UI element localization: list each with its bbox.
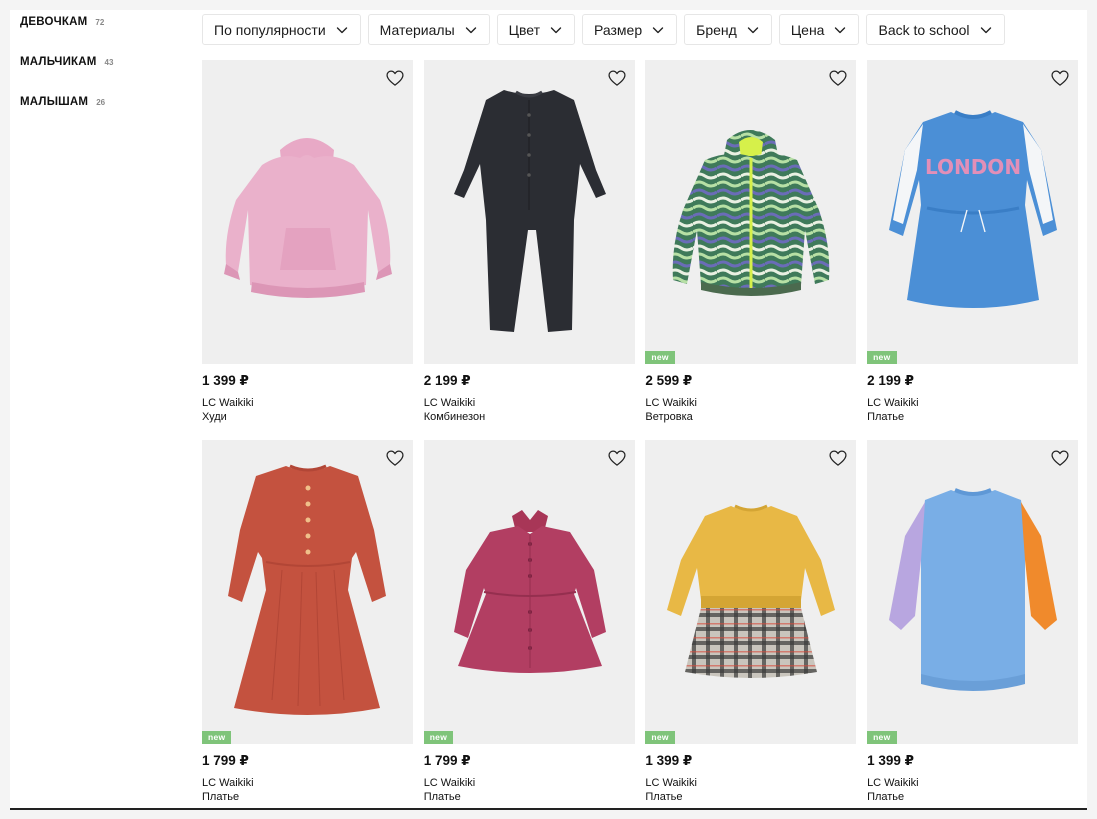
sidebar-item-girls[interactable]: ДЕВОЧКАМ 72 xyxy=(20,16,190,36)
new-badge: new xyxy=(423,731,454,744)
chevron-down-icon xyxy=(335,23,349,37)
new-badge: new xyxy=(202,731,232,744)
heart-icon[interactable] xyxy=(1050,448,1070,468)
product-photo[interactable] xyxy=(423,60,635,364)
product-card[interactable]: new 1 399 ₽ LC Waikiki Платье xyxy=(645,440,857,806)
product-image xyxy=(202,60,413,364)
product-card[interactable]: new 2 599 ₽ LC Waikiki Ветровка xyxy=(645,60,857,426)
product-grid: 1 399 ₽ LC Waikiki Худи 2 199 ₽ LC Waiki… xyxy=(202,60,1079,806)
product-card[interactable]: new 1 799 ₽ LC Waikiki Платье xyxy=(202,440,413,806)
filter-label: Цвет xyxy=(508,21,541,38)
product-image xyxy=(202,440,413,744)
product-brand: LC Waikiki xyxy=(202,777,254,789)
product-brand: LC Waikiki xyxy=(645,397,697,409)
product-brand: LC Waikiki xyxy=(867,397,919,409)
heart-icon[interactable] xyxy=(385,68,405,88)
filter-bar: По популярности Материалы Цвет Размер Бр… xyxy=(202,14,1005,45)
product-price: 2 599 ₽ xyxy=(645,373,693,388)
product-image xyxy=(645,60,857,364)
filter-brand[interactable]: Бренд xyxy=(684,14,772,45)
chevron-down-icon xyxy=(979,23,993,37)
filter-label: Размер xyxy=(594,21,643,38)
product-price: 1 799 ₽ xyxy=(423,753,471,768)
filter-size[interactable]: Размер xyxy=(582,14,678,45)
new-badge: new xyxy=(867,731,897,744)
product-photo[interactable]: LONDON new xyxy=(867,60,1079,364)
chevron-down-icon xyxy=(464,23,478,37)
product-brand: LC Waikiki xyxy=(202,397,254,409)
chevron-down-icon xyxy=(746,23,760,37)
sidebar-item-count: 72 xyxy=(95,18,105,27)
product-type: Платье xyxy=(645,791,683,803)
product-type: Комбинезон xyxy=(423,411,486,423)
product-price: 2 199 ₽ xyxy=(423,373,471,388)
filter-label: Бренд xyxy=(696,21,737,38)
chevron-down-icon xyxy=(833,23,847,37)
catalog-frame: ДЕВОЧКАМ 72 МАЛЬЧИКАМ 43 МАЛЫШАМ 26 По п… xyxy=(10,10,1087,810)
heart-icon[interactable] xyxy=(607,448,627,468)
sidebar-item-boys[interactable]: МАЛЬЧИКАМ 43 xyxy=(20,56,190,76)
heart-icon[interactable] xyxy=(607,68,627,88)
product-type: Худи xyxy=(202,411,227,423)
product-type: Платье xyxy=(202,791,240,803)
new-badge: new xyxy=(645,731,675,744)
new-badge: new xyxy=(645,351,675,364)
product-brand: LC Waikiki xyxy=(423,397,476,409)
sidebar-item-count: 43 xyxy=(104,58,114,67)
product-image xyxy=(867,440,1079,744)
product-image xyxy=(423,60,635,364)
product-card[interactable]: 2 199 ₽ LC Waikiki Комбинезон xyxy=(423,60,635,426)
filter-price[interactable]: Цена xyxy=(778,14,860,45)
product-card[interactable]: 1 399 ₽ LC Waikiki Худи xyxy=(202,60,413,426)
product-photo[interactable]: new xyxy=(202,440,413,744)
filter-label: Back to school xyxy=(878,21,970,38)
product-price: 1 799 ₽ xyxy=(202,753,249,768)
product-photo[interactable]: new xyxy=(645,60,857,364)
product-brand: LC Waikiki xyxy=(867,777,919,789)
sidebar-item-count: 26 xyxy=(96,98,106,107)
category-sidebar: ДЕВОЧКАМ 72 МАЛЬЧИКАМ 43 МАЛЫШАМ 26 xyxy=(20,16,190,136)
filter-label: Материалы xyxy=(379,21,455,38)
product-photo[interactable] xyxy=(202,60,413,364)
product-image xyxy=(423,440,635,744)
product-card[interactable]: LONDON new 2 199 ₽ LC Waikiki Платье xyxy=(867,60,1079,426)
product-brand: LC Waikiki xyxy=(645,777,697,789)
product-price: 1 399 ₽ xyxy=(645,753,693,768)
divider xyxy=(10,808,1087,810)
heart-icon[interactable] xyxy=(828,448,848,468)
product-type: Платье xyxy=(867,791,905,803)
new-badge: new xyxy=(867,351,897,364)
sidebar-item-label: МАЛЫШАМ xyxy=(20,96,89,108)
chevron-down-icon xyxy=(651,23,665,37)
product-type: Ветровка xyxy=(645,411,693,423)
product-price: 2 199 ₽ xyxy=(867,373,914,388)
product-type: Платье xyxy=(867,411,905,423)
filter-label: По популярности xyxy=(214,21,326,38)
heart-icon[interactable] xyxy=(1050,68,1070,88)
sidebar-item-label: ДЕВОЧКАМ xyxy=(20,16,88,28)
filter-label: Цена xyxy=(790,21,825,38)
product-image: LONDON xyxy=(867,60,1079,364)
product-card[interactable]: new 1 399 ₽ LC Waikiki Платье xyxy=(867,440,1079,806)
product-photo[interactable]: new xyxy=(423,440,635,744)
product-photo[interactable]: new xyxy=(867,440,1079,744)
product-price: 1 399 ₽ xyxy=(202,373,249,388)
sort-dropdown[interactable]: По популярности xyxy=(202,14,361,45)
heart-icon[interactable] xyxy=(385,448,405,468)
sidebar-item-label: МАЛЬЧИКАМ xyxy=(20,56,97,68)
filter-back-to-school[interactable]: Back to school xyxy=(866,14,1005,45)
product-brand: LC Waikiki xyxy=(423,777,476,789)
product-image xyxy=(645,440,857,744)
product-card[interactable]: new 1 799 ₽ LC Waikiki Платье xyxy=(423,440,635,806)
heart-icon[interactable] xyxy=(828,68,848,88)
london-print: LONDON xyxy=(925,155,1021,179)
sidebar-item-babies[interactable]: МАЛЫШАМ 26 xyxy=(20,96,190,116)
chevron-down-icon xyxy=(549,23,563,37)
product-type: Платье xyxy=(423,791,461,803)
product-photo[interactable]: new xyxy=(645,440,857,744)
page: ДЕВОЧКАМ 72 МАЛЬЧИКАМ 43 МАЛЫШАМ 26 По п… xyxy=(0,0,1097,819)
product-price: 1 399 ₽ xyxy=(867,753,914,768)
filter-color[interactable]: Цвет xyxy=(496,14,576,45)
filter-materials[interactable]: Материалы xyxy=(367,14,490,45)
